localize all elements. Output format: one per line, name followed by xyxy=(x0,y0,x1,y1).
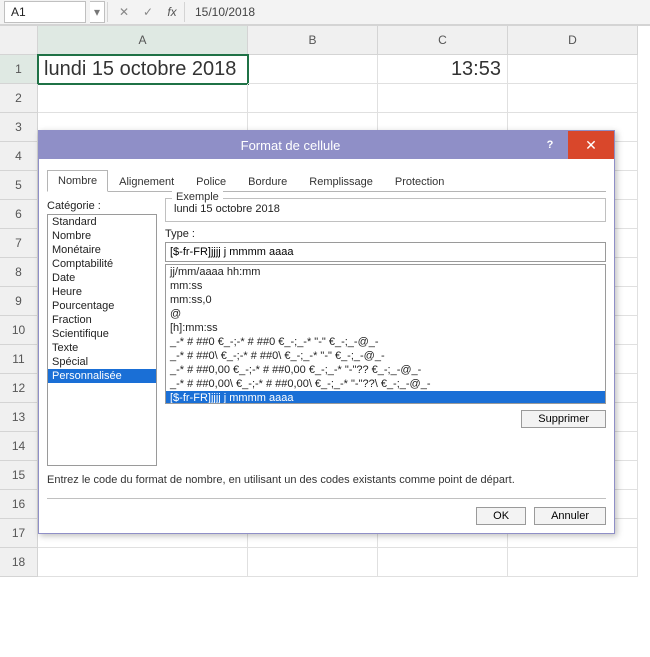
category-item[interactable]: Standard xyxy=(48,215,156,229)
row-header[interactable]: 13 xyxy=(0,403,38,432)
format-item[interactable]: @ xyxy=(166,307,605,321)
format-cells-dialog: Format de cellule ? ✕ Nombre Alignement … xyxy=(38,130,615,534)
close-icon[interactable]: ✕ xyxy=(568,131,614,159)
row-header[interactable]: 15 xyxy=(0,461,38,490)
format-item[interactable]: _-* # ##0\ €_-;-* # ##0\ €_-;_-* "-" €_-… xyxy=(166,349,605,363)
name-box[interactable]: A1 xyxy=(4,1,86,23)
separator xyxy=(184,2,185,22)
help-icon[interactable]: ? xyxy=(532,131,568,159)
dialog-titlebar[interactable]: Format de cellule ? ✕ xyxy=(39,131,614,159)
category-item[interactable]: Date xyxy=(48,271,156,285)
ok-button[interactable]: OK xyxy=(476,507,526,525)
row-header[interactable]: 2 xyxy=(0,84,38,113)
row-header[interactable]: 3 xyxy=(0,113,38,142)
tab-nombre[interactable]: Nombre xyxy=(47,170,108,192)
row-header-1[interactable]: 1 xyxy=(0,55,38,84)
cell[interactable] xyxy=(508,84,638,113)
delete-button[interactable]: Supprimer xyxy=(521,410,606,428)
cell-B1[interactable] xyxy=(248,55,378,84)
category-item[interactable]: Texte xyxy=(48,341,156,355)
cancel-button[interactable]: Annuler xyxy=(534,507,606,525)
category-item[interactable]: Comptabilité xyxy=(48,257,156,271)
format-item[interactable]: mm:ss,0 xyxy=(166,293,605,307)
cancel-entry-icon[interactable]: ✕ xyxy=(114,2,134,22)
tab-remplissage[interactable]: Remplissage xyxy=(298,171,384,192)
col-header-D[interactable]: D xyxy=(508,26,638,55)
category-label: Catégorie : xyxy=(47,200,157,212)
category-pane: Catégorie : StandardNombreMonétaireCompt… xyxy=(47,198,157,466)
details-pane: Exemple lundi 15 octobre 2018 Type : jj/… xyxy=(165,198,606,466)
tab-police[interactable]: Police xyxy=(185,171,237,192)
format-item[interactable]: _-* # ##0 €_-;-* # ##0 €_-;_-* "-" €_-;_… xyxy=(166,335,605,349)
separator xyxy=(107,2,108,22)
row-header[interactable]: 9 xyxy=(0,287,38,316)
confirm-entry-icon[interactable]: ✓ xyxy=(138,2,158,22)
tab-protection[interactable]: Protection xyxy=(384,171,456,192)
row-header[interactable]: 14 xyxy=(0,432,38,461)
cell-C1[interactable]: 13:53 xyxy=(378,55,508,84)
row-header[interactable]: 6 xyxy=(0,200,38,229)
format-listbox[interactable]: jj/mm/aaaa hh:mmmm:ssmm:ss,0@[h]:mm:ss_-… xyxy=(165,264,606,404)
format-item[interactable]: [h]:mm:ss xyxy=(166,321,605,335)
row-header[interactable]: 18 xyxy=(0,548,38,577)
cell-A1[interactable]: lundi 15 octobre 2018 xyxy=(38,55,248,84)
hint-text: Entrez le code du format de nombre, en u… xyxy=(47,474,606,486)
category-item[interactable]: Pourcentage xyxy=(48,299,156,313)
dialog-tabs: Nombre Alignement Police Bordure Remplis… xyxy=(47,167,606,192)
category-item[interactable]: Nombre xyxy=(48,229,156,243)
cell[interactable] xyxy=(378,84,508,113)
cell[interactable] xyxy=(248,84,378,113)
dialog-title: Format de cellule xyxy=(49,138,532,153)
row-header[interactable]: 4 xyxy=(0,142,38,171)
row-header[interactable]: 16 xyxy=(0,490,38,519)
row-header[interactable]: 7 xyxy=(0,229,38,258)
category-item[interactable]: Fraction xyxy=(48,313,156,327)
cell[interactable] xyxy=(38,84,248,113)
cell[interactable] xyxy=(248,548,378,577)
row-header[interactable]: 8 xyxy=(0,258,38,287)
cell[interactable] xyxy=(378,548,508,577)
category-item[interactable]: Monétaire xyxy=(48,243,156,257)
example-box: Exemple lundi 15 octobre 2018 xyxy=(165,198,606,222)
row-header[interactable]: 10 xyxy=(0,316,38,345)
name-box-dropdown[interactable]: ▾ xyxy=(90,1,105,23)
type-input[interactable] xyxy=(165,242,606,262)
fx-icon[interactable]: fx xyxy=(162,2,182,22)
format-item[interactable]: _-* # ##0,00 €_-;-* # ##0,00 €_-;_-* "-"… xyxy=(166,363,605,377)
example-value: lundi 15 octobre 2018 xyxy=(174,203,597,215)
category-item[interactable]: Heure xyxy=(48,285,156,299)
row-header[interactable]: 17 xyxy=(0,519,38,548)
col-header-C[interactable]: C xyxy=(378,26,508,55)
select-all-corner[interactable] xyxy=(0,26,38,55)
row-header[interactable]: 11 xyxy=(0,345,38,374)
col-header-B[interactable]: B xyxy=(248,26,378,55)
category-item[interactable]: Spécial xyxy=(48,355,156,369)
tab-bordure[interactable]: Bordure xyxy=(237,171,298,192)
row-header[interactable]: 5 xyxy=(0,171,38,200)
category-item[interactable]: Personnalisée xyxy=(48,369,156,383)
tab-alignement[interactable]: Alignement xyxy=(108,171,185,192)
cell[interactable] xyxy=(38,548,248,577)
example-label: Exemple xyxy=(172,191,223,203)
format-item[interactable]: mm:ss xyxy=(166,279,605,293)
dialog-footer: OK Annuler xyxy=(47,498,606,525)
format-item[interactable]: [$-fr-FR]jjjj j mmmm aaaa xyxy=(166,391,605,404)
col-header-A[interactable]: A xyxy=(38,26,248,55)
chevron-down-icon: ▾ xyxy=(94,5,100,19)
category-item[interactable]: Scientifique xyxy=(48,327,156,341)
format-item[interactable]: jj/mm/aaaa hh:mm xyxy=(166,265,605,279)
row-header[interactable]: 12 xyxy=(0,374,38,403)
cell-D1[interactable] xyxy=(508,55,638,84)
type-label: Type : xyxy=(165,228,606,240)
formula-value[interactable]: 15/10/2018 xyxy=(187,5,255,19)
cell[interactable] xyxy=(508,548,638,577)
formula-bar: A1 ▾ ✕ ✓ fx 15/10/2018 xyxy=(0,0,650,25)
format-item[interactable]: _-* # ##0,00\ €_-;-* # ##0,00\ €_-;_-* "… xyxy=(166,377,605,391)
category-listbox[interactable]: StandardNombreMonétaireComptabilitéDateH… xyxy=(47,214,157,466)
